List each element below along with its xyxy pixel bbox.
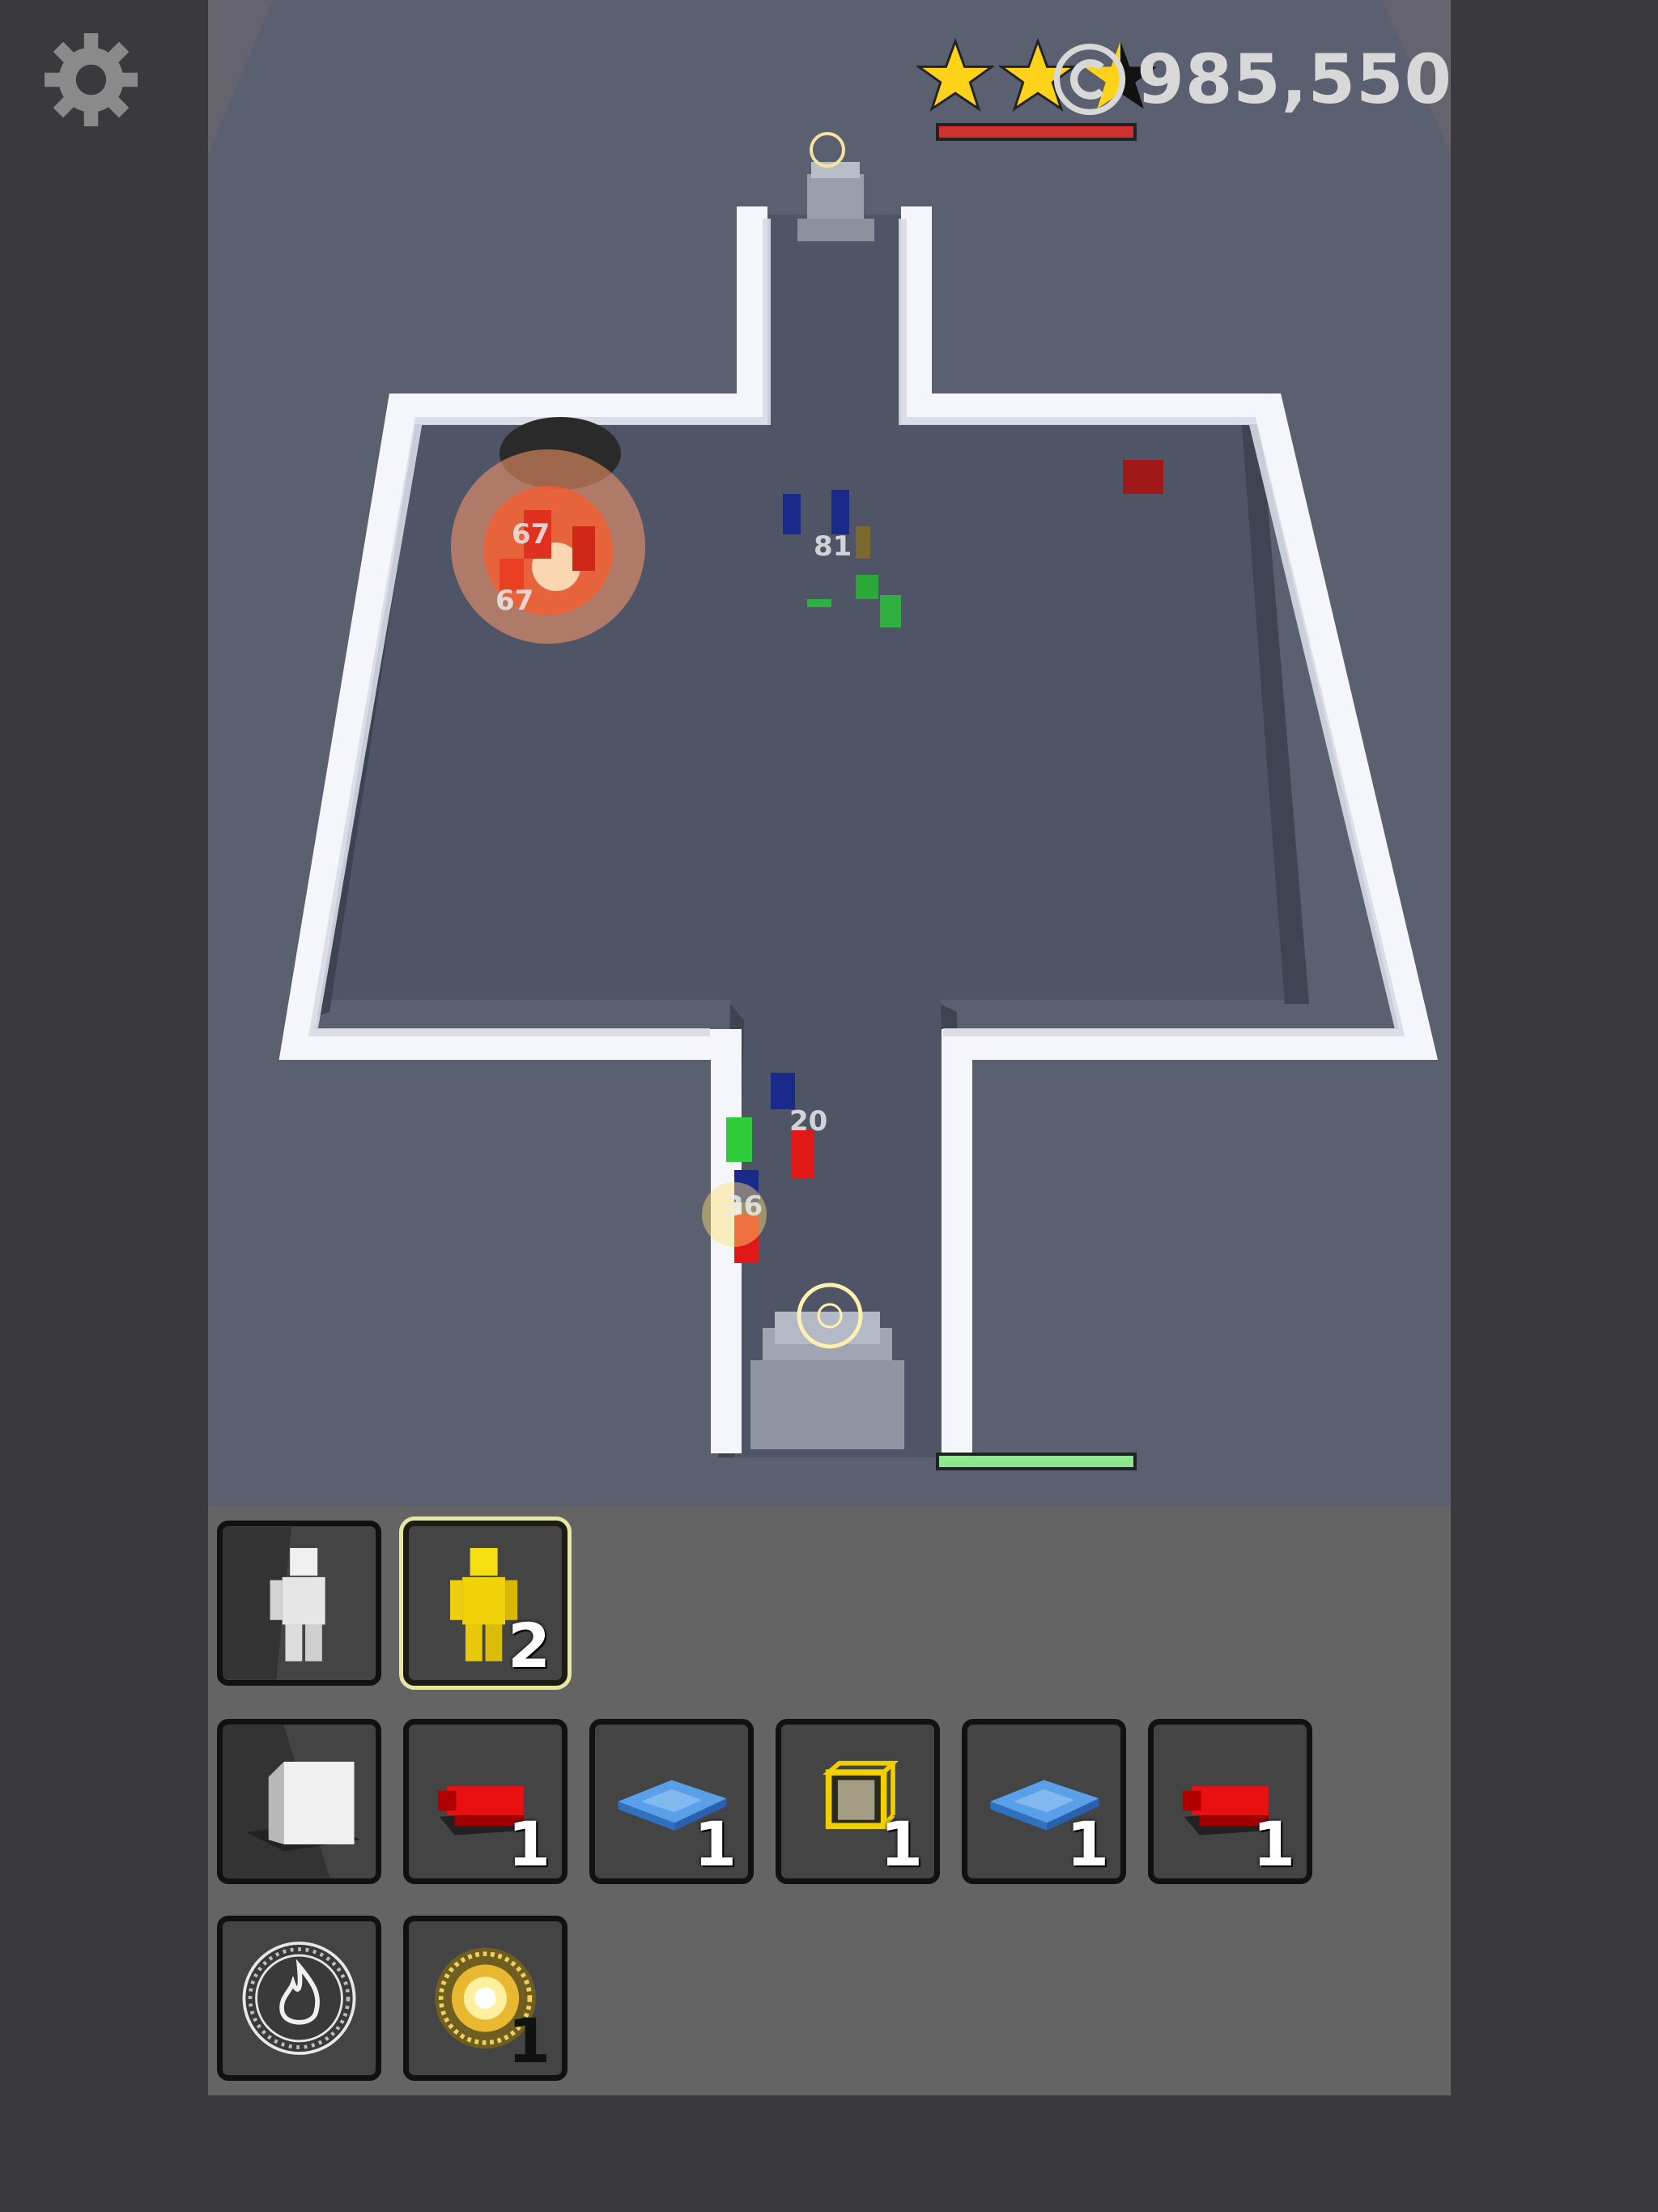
inventory-slot-yellow-soldier[interactable]: 2 [403, 1521, 568, 1686]
damage-number: 20 [789, 1105, 828, 1138]
slot-count: 2 [508, 1610, 551, 1682]
damage-number: 67 [495, 585, 534, 617]
fire-rune-icon [242, 1942, 356, 2055]
slot-count: 1 [508, 2005, 551, 2077]
battlefield[interactable]: 67 67 81 20 36 [208, 0, 1451, 1506]
inventory-slot-fire-rune[interactable] [217, 1916, 381, 2081]
enemy-base-health-bar [936, 123, 1137, 141]
enemy-block [1123, 460, 1163, 494]
inventory-slot-red-cannon[interactable]: 1 [403, 1719, 568, 1884]
gear-icon[interactable] [40, 29, 142, 130]
white-wall-block-icon [223, 1725, 361, 1878]
damage-number: 67 [512, 518, 551, 551]
damage-number: 36 [725, 1190, 763, 1223]
coin-icon [1054, 43, 1126, 116]
inventory-panel: 2 1 1 1 1 1 1 [208, 1506, 1451, 2095]
slot-count: 1 [508, 1808, 551, 1880]
coin-amount: 985,550 [1137, 40, 1452, 119]
inventory-slot-ice-tile[interactable]: 1 [589, 1719, 754, 1884]
white-soldier-icon [223, 1526, 325, 1680]
damage-number: 81 [814, 530, 852, 563]
slot-count: 1 [1252, 1808, 1295, 1880]
enemy-tower [797, 132, 874, 241]
slot-count: 1 [694, 1808, 737, 1880]
inventory-slot-red-cannon[interactable]: 1 [1148, 1719, 1312, 1884]
inventory-slot-ice-tile[interactable]: 1 [962, 1719, 1126, 1884]
inventory-slot-gold-crate[interactable]: 1 [776, 1719, 940, 1884]
inventory-slot-white-soldier[interactable] [217, 1521, 381, 1686]
inventory-slot-light-rune[interactable]: 1 [403, 1916, 568, 2081]
star-full-icon [916, 37, 994, 112]
slot-count: 1 [1066, 1808, 1109, 1880]
player-base-health-bar [936, 1453, 1137, 1470]
coin-counter: 985,550 [1052, 37, 1452, 121]
arena-scene [208, 0, 1451, 1457]
slot-count: 1 [880, 1808, 923, 1880]
inventory-slot-wall-block[interactable] [217, 1719, 381, 1884]
